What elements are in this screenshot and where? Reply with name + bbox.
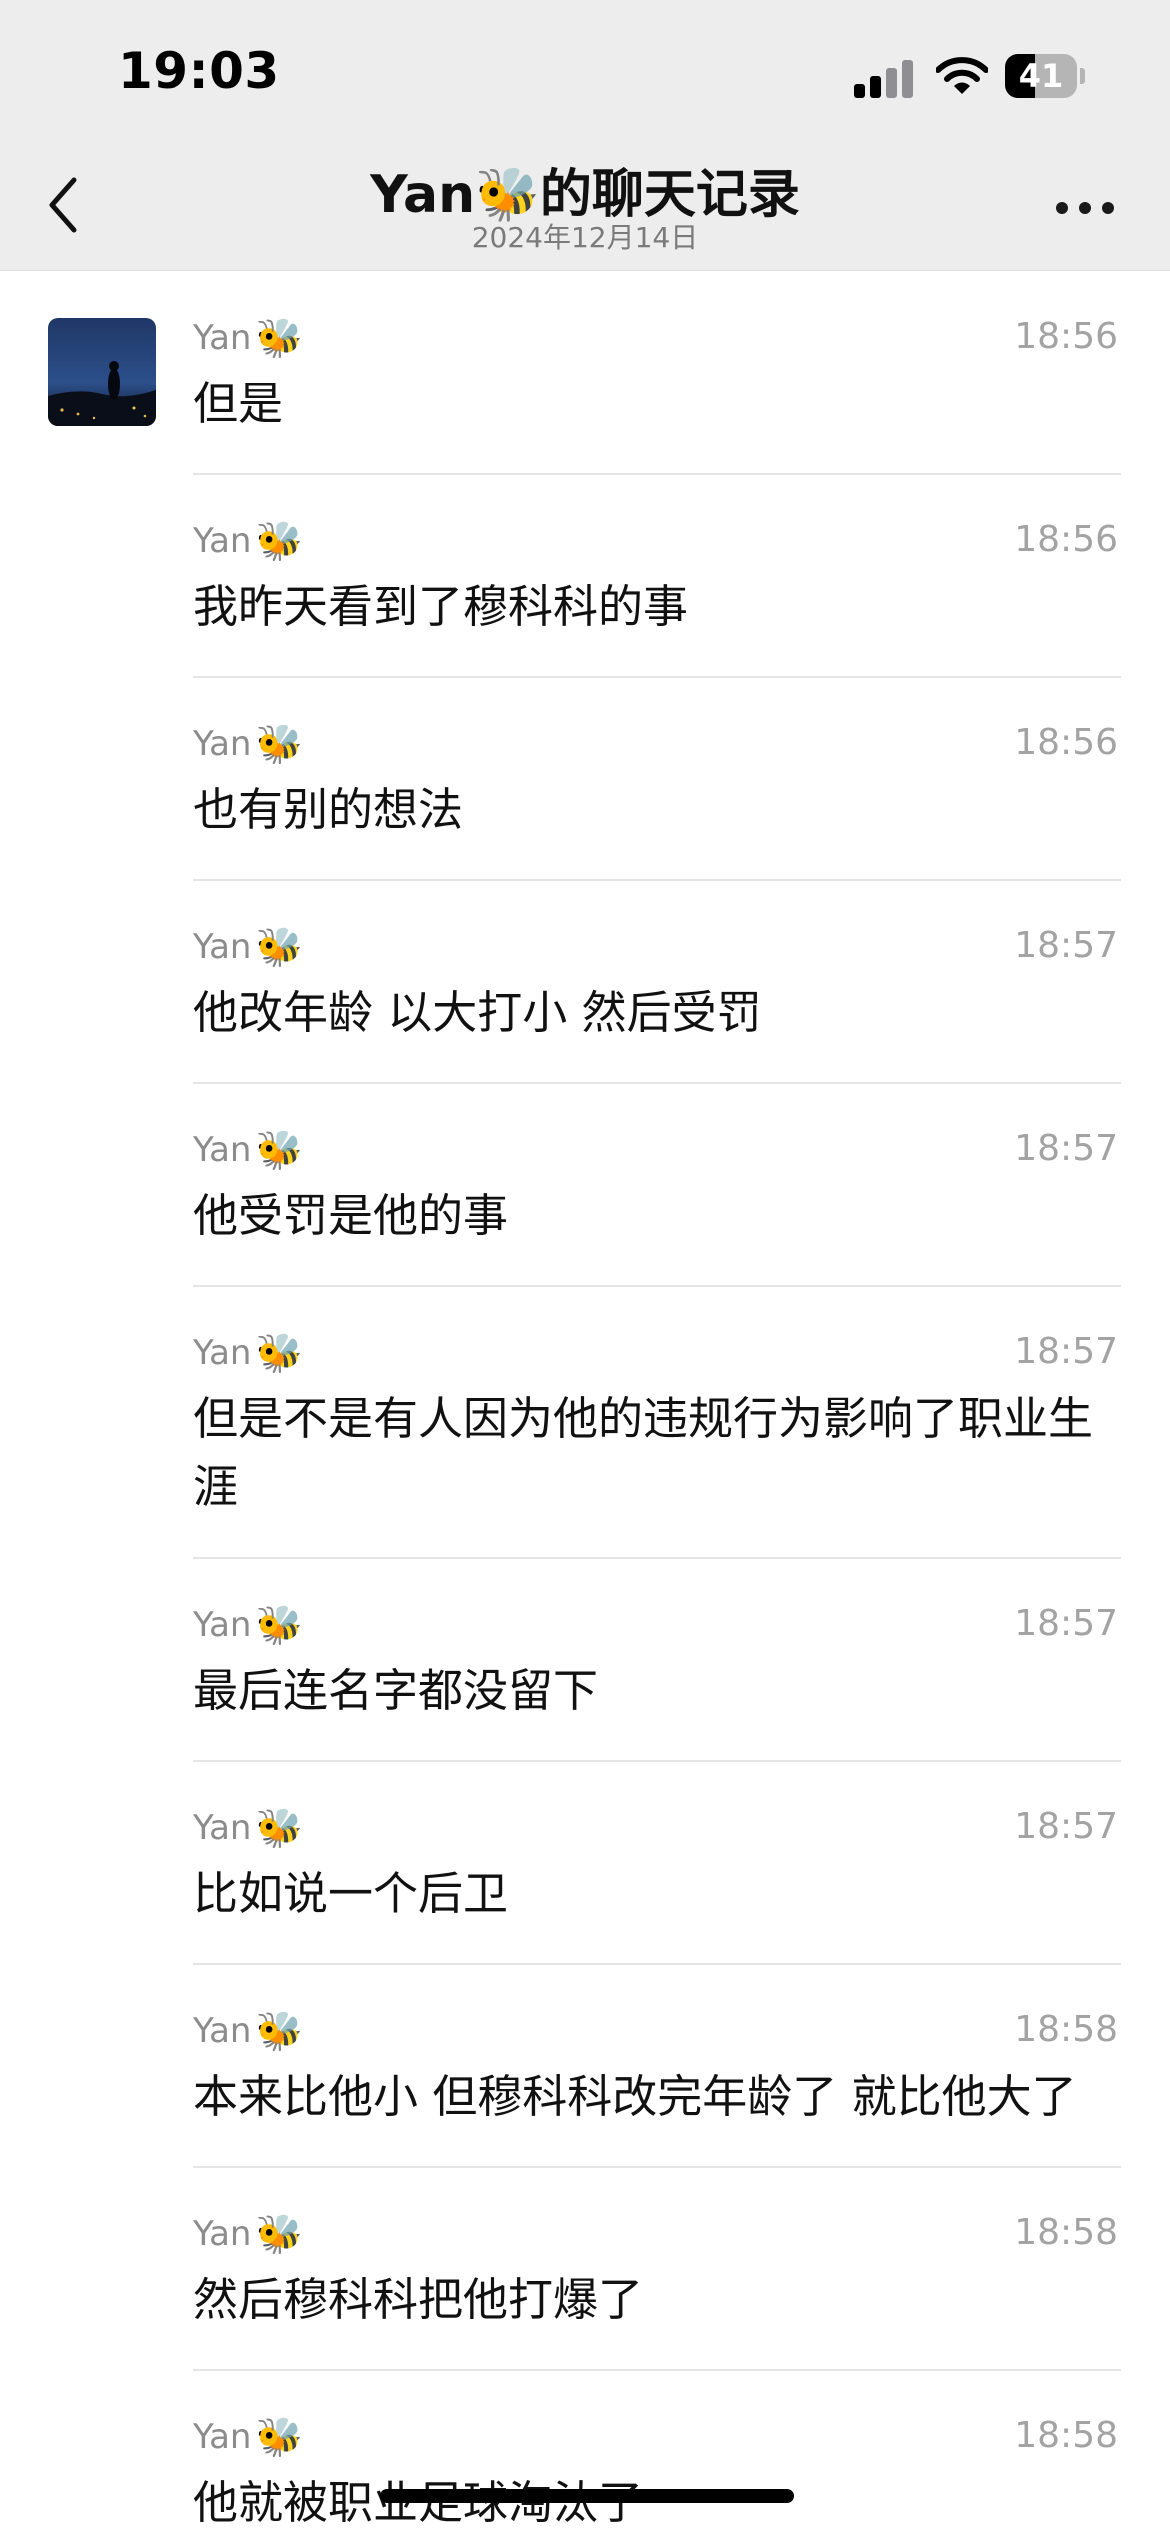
message-item[interactable]: Yan 🐝 18:56 我昨天看到了穆科科的事 xyxy=(0,474,1170,678)
sender-name: Yan xyxy=(193,2417,252,2457)
message-list[interactable]: Yan 🐝 18:56 但是 Yan 🐝 18:56 我昨天看到了穆科科的事 Yan 🐝 18:56… xyxy=(0,271,1170,2532)
sender-name: Yan xyxy=(193,318,252,358)
message-item[interactable]: Yan 🐝 18:57 最后连名字都没留下 xyxy=(0,1558,1170,1762)
bee-emoji: 🐝 xyxy=(255,721,303,766)
message-item[interactable]: Yan 🐝 18:56 也有别的想法 xyxy=(0,677,1170,881)
more-dots-icon xyxy=(1056,202,1068,214)
sender-name: Yan xyxy=(193,1808,252,1848)
sender-line: Yan 🐝 xyxy=(193,922,303,972)
battery-level: 41 xyxy=(1018,57,1064,95)
message-text[interactable]: 我昨天看到了穆科科的事 xyxy=(193,573,1123,641)
message-text[interactable]: 他改年龄 以大打小 然后受罚 xyxy=(193,979,1123,1047)
message-item[interactable]: Yan 🐝 18:57 比如说一个后卫 xyxy=(0,1761,1170,1965)
sender-line: Yan 🐝 xyxy=(193,516,303,566)
sender-name: Yan xyxy=(193,1333,252,1373)
sender-name: Yan xyxy=(193,1605,252,1645)
bee-emoji: 🐝 xyxy=(255,1602,303,1647)
sender-name: Yan xyxy=(193,521,252,561)
message-text[interactable]: 最后连名字都没留下 xyxy=(193,1657,1123,1725)
bee-emoji: 🐝 xyxy=(255,1330,303,1375)
bee-emoji: 🐝 xyxy=(255,2414,303,2459)
page-subtitle-date: 2024年12月14日 xyxy=(471,221,699,254)
bee-emoji: 🐝 xyxy=(255,1805,303,1850)
message-text[interactable]: 然后穆科科把他打爆了 xyxy=(193,2266,1123,2334)
message-timestamp: 18:56 xyxy=(1014,722,1118,763)
message-timestamp: 18:57 xyxy=(1014,1128,1118,1169)
message-item[interactable]: Yan 🐝 18:57 他受罚是他的事 xyxy=(0,1083,1170,1287)
message-item[interactable]: Yan 🐝 18:58 本来比他小 但穆科科改完年龄了 就比他大了 xyxy=(0,1964,1170,2168)
message-timestamp: 18:57 xyxy=(1014,1603,1118,1644)
home-indicator[interactable] xyxy=(380,2489,794,2503)
bee-emoji: 🐝 xyxy=(255,924,303,969)
battery-icon: 41 xyxy=(1005,54,1085,98)
message-timestamp: 18:56 xyxy=(1014,519,1118,560)
sender-name: Yan xyxy=(193,724,252,764)
status-time: 19:03 xyxy=(118,42,280,100)
sender-line: Yan 🐝 xyxy=(193,1803,303,1853)
sender-name: Yan xyxy=(193,2011,252,2051)
message-text[interactable]: 他受罚是他的事 xyxy=(193,1182,1123,1250)
message-item[interactable]: Yan 🐝 18:56 但是 xyxy=(0,271,1170,475)
message-text[interactable]: 也有别的想法 xyxy=(193,776,1123,844)
message-item[interactable]: Yan 🐝 18:58 然后穆科科把他打爆了 xyxy=(0,2167,1170,2371)
message-timestamp: 18:58 xyxy=(1014,2009,1118,2050)
sender-name: Yan xyxy=(193,1130,252,1170)
sender-line: Yan 🐝 xyxy=(193,1125,303,1175)
sender-name: Yan xyxy=(193,927,252,967)
wifi-icon xyxy=(935,56,989,96)
sender-line: Yan 🐝 xyxy=(193,1328,303,1378)
message-timestamp: 18:57 xyxy=(1014,1331,1118,1372)
avatar[interactable] xyxy=(48,318,156,426)
top-bar: 19:03 41 Yan🐝的聊天记录 2024年12月14日 xyxy=(0,0,1170,271)
bee-emoji: 🐝 xyxy=(255,315,303,360)
message-item[interactable]: Yan🐝18:58他就被职业足球淘汰了 xyxy=(0,2370,1170,2532)
sender-line: Yan 🐝 xyxy=(193,1600,303,1650)
message-text[interactable]: 但是 xyxy=(193,370,1123,438)
sender-line: Yan 🐝 xyxy=(193,2412,303,2462)
sender-line: Yan 🐝 xyxy=(193,2006,303,2056)
message-timestamp: 18:57 xyxy=(1014,925,1118,966)
message-item[interactable]: Yan 🐝 18:57 他改年龄 以大打小 然后受罚 xyxy=(0,880,1170,1084)
message-item[interactable]: Yan 🐝 18:57 但是不是有人因为他的违规行为影响了职业生涯 xyxy=(0,1286,1170,1559)
bee-emoji: 🐝 xyxy=(255,1127,303,1172)
message-text[interactable]: 但是不是有人因为他的违规行为影响了职业生涯 xyxy=(193,1385,1123,1521)
sender-line: Yan 🐝 xyxy=(193,2209,303,2259)
message-text[interactable]: 本来比他小 但穆科科改完年龄了 就比他大了 xyxy=(193,2063,1123,2131)
message-timestamp: 18:58 xyxy=(1014,2212,1118,2253)
message-timestamp: 18:58 xyxy=(1014,2415,1118,2456)
sender-line: Yan 🐝 xyxy=(193,719,303,769)
message-timestamp: 18:57 xyxy=(1014,1806,1118,1847)
back-button[interactable] xyxy=(30,160,100,250)
cellular-signal-icon xyxy=(854,56,914,98)
message-timestamp: 18:56 xyxy=(1014,316,1118,357)
bee-emoji: 🐝 xyxy=(255,2211,303,2256)
bee-emoji: 🐝 xyxy=(255,2008,303,2053)
chevron-left-icon xyxy=(49,177,77,233)
more-button[interactable] xyxy=(1048,184,1122,228)
message-text[interactable]: 比如说一个后卫 xyxy=(193,1860,1123,1928)
sender-name: Yan xyxy=(193,2214,252,2254)
sender-line: Yan 🐝 xyxy=(193,313,303,363)
bee-emoji: 🐝 xyxy=(255,518,303,563)
